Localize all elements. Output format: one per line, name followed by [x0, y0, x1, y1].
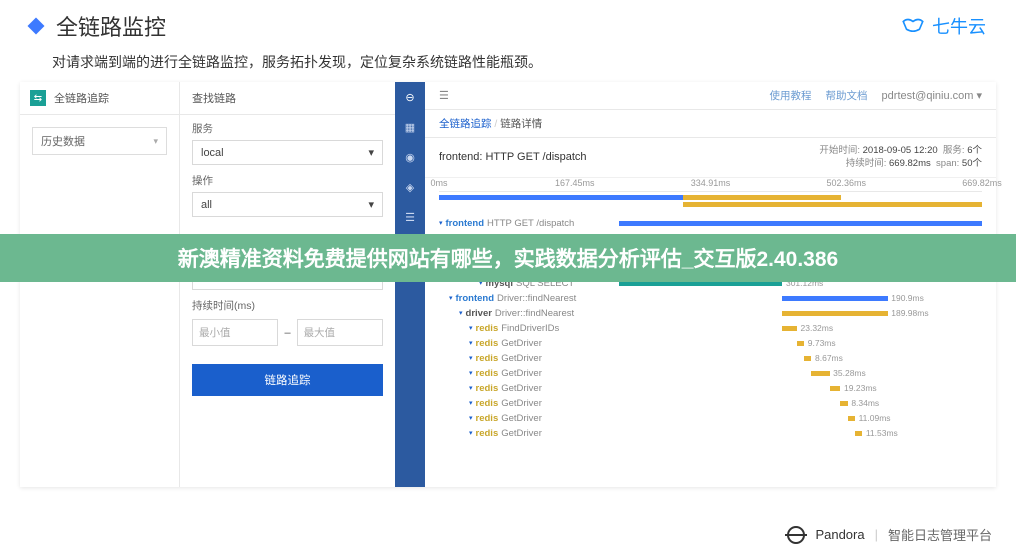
app-screenshot: ⇆ 全链路追踪 历史数据 ▾ 查找链路 服务 local▾ 操作 all▾ 时间…	[20, 82, 996, 487]
trace-row[interactable]: ▾driverDriver::findNearest189.98ms	[439, 306, 982, 321]
left-nav-title: 全链路追踪	[54, 90, 109, 106]
min-input[interactable]: 最小值	[192, 319, 278, 346]
search-header: 查找链路	[180, 82, 395, 115]
search-panel: 查找链路 服务 local▾ 操作 all▾ 时间范围 今天▾ 持续时间(ms)…	[180, 82, 395, 487]
overlay-banner: 新澳精准资料免费提供网站有哪些，实践数据分析评估_交互版2.40.386	[0, 234, 1016, 282]
trace-row[interactable]: ▾frontendHTTP GET /dispatch	[439, 216, 982, 231]
trace-icon: ⇆	[30, 90, 46, 106]
rail-icon-1[interactable]: ⊖	[403, 90, 417, 104]
trace-meta: 开始时间: 2018-09-05 12:20 服务: 6个 持续时间: 669.…	[819, 144, 982, 171]
op-select[interactable]: all▾	[192, 192, 383, 217]
history-select[interactable]: 历史数据 ▾	[32, 127, 167, 155]
qiniu-logo: 七牛云	[900, 13, 986, 39]
rail-icon-2[interactable]: ▦	[403, 120, 417, 134]
main-area: ☰ 使用教程 帮助文档 pdrtest@qiniu.com ▾ 全链路追踪 / …	[425, 82, 996, 487]
slide-title: 全链路监控	[56, 10, 166, 42]
chevron-down-icon: ▾	[368, 198, 374, 211]
svc-label: 服务	[192, 121, 383, 136]
trace-row[interactable]: ▾redisGetDriver11.53ms	[439, 426, 982, 441]
dur-label: 持续时间(ms)	[192, 298, 383, 313]
slide-subtitle: 对请求端到端的进行全链路监控，服务拓扑发现，定位复杂系统链路性能瓶颈。	[0, 46, 1016, 82]
rail-icon-4[interactable]: ◈	[403, 180, 417, 194]
trace-title: frontend: HTTP GET /dispatch	[439, 151, 587, 163]
crumb-a[interactable]: 全链路追踪	[439, 118, 492, 130]
time-ruler: 0ms167.45ms334.91ms502.36ms669.82ms	[439, 178, 982, 192]
search-button[interactable]: 链路追踪	[192, 364, 383, 396]
bullet-diamond	[28, 18, 45, 35]
tutorial-link[interactable]: 使用教程	[770, 88, 812, 103]
max-input[interactable]: 最大值	[297, 319, 383, 346]
trace-row[interactable]: ▾frontendDriver::findNearest190.9ms	[439, 291, 982, 306]
chevron-down-icon: ▾	[368, 146, 374, 159]
trace-row[interactable]: ▾redisGetDriver9.73ms	[439, 336, 982, 351]
trace-row[interactable]: ▾redisGetDriver8.34ms	[439, 396, 982, 411]
overview-waterfall	[439, 192, 982, 216]
menu-icon[interactable]: ☰	[439, 89, 449, 102]
user-menu[interactable]: pdrtest@qiniu.com ▾	[882, 89, 982, 102]
trace-row[interactable]: ▾redisGetDriver35.28ms	[439, 366, 982, 381]
trace-row[interactable]: ▾redisFindDriverIDs23.32ms	[439, 321, 982, 336]
blue-rail: ⊖ ▦ ◉ ◈ ☰ ⊞	[395, 82, 425, 487]
left-nav-header: ⇆ 全链路追踪	[20, 82, 179, 115]
bull-icon	[900, 16, 926, 36]
pandora-name: Pandora	[815, 527, 864, 542]
rail-icon-5[interactable]: ☰	[403, 210, 417, 224]
left-nav: ⇆ 全链路追踪 历史数据 ▾	[20, 82, 180, 487]
rail-icon-3[interactable]: ◉	[403, 150, 417, 164]
pandora-icon	[787, 526, 805, 544]
trace-row[interactable]: ▾redisGetDriver8.67ms	[439, 351, 982, 366]
slide-footer: Pandora | 智能日志管理平台	[787, 525, 992, 544]
pandora-tag: 智能日志管理平台	[888, 525, 992, 544]
svc-select[interactable]: local▾	[192, 140, 383, 165]
crumb-b: 链路详情	[500, 118, 542, 130]
history-label: 历史数据	[41, 133, 85, 149]
chevron-down-icon: ▾	[153, 136, 158, 147]
help-link[interactable]: 帮助文档	[826, 88, 868, 103]
trace-row[interactable]: ▾redisGetDriver11.09ms	[439, 411, 982, 426]
breadcrumb: 全链路追踪 / 链路详情	[425, 110, 996, 138]
trace-row[interactable]: ▾redisGetDriver19.23ms	[439, 381, 982, 396]
op-label: 操作	[192, 173, 383, 188]
qiniu-text: 七牛云	[932, 13, 986, 39]
